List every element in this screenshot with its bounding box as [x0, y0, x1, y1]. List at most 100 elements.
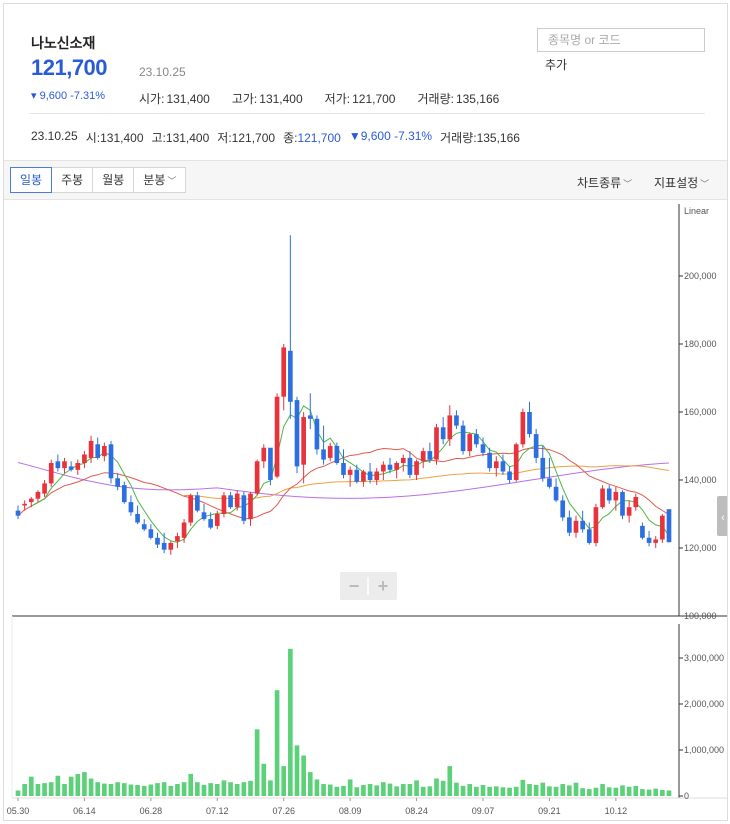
volume-bar [633, 785, 639, 796]
volume-bar [434, 778, 439, 796]
tab-weekly[interactable]: 주봉 [51, 167, 94, 193]
volume-bar [613, 787, 619, 796]
volume-bar [22, 784, 27, 796]
chevron-left-icon: ‹ [721, 512, 725, 524]
side-panel-toggle[interactable]: ‹ [717, 496, 727, 536]
candle-body [175, 536, 180, 542]
volume-bar [527, 784, 532, 796]
volume-bar [334, 786, 340, 796]
candle-body [288, 350, 293, 402]
add-button[interactable]: 추가 [545, 56, 567, 73]
tab-monthly[interactable]: 월봉 [92, 167, 135, 193]
candle-body [75, 463, 81, 470]
volume-bar [135, 784, 140, 796]
volume-bar [108, 784, 114, 796]
volume-bar [234, 784, 240, 796]
volume-bar [487, 786, 492, 796]
stock-search-input[interactable] [537, 28, 705, 52]
volume-bar [646, 789, 652, 796]
volume-bar [102, 783, 107, 796]
indicator-settings-dropdown[interactable]: 지표설정 ﹀ [654, 174, 709, 191]
price-tick-label: 120,000 [684, 543, 717, 553]
zoom-in-button[interactable]: + [378, 576, 389, 596]
candle-body [367, 471, 373, 480]
candle-body [533, 434, 539, 458]
volume-bar [248, 780, 253, 796]
candle-body [454, 415, 459, 426]
volume-bar [507, 787, 512, 796]
candle-body [493, 461, 499, 469]
chart-widget: 나노신소재 121,700 23.10.25 ▾ 9,600 -7.31% 시가… [3, 3, 728, 821]
volume-bar [288, 648, 293, 796]
volume-bar [586, 789, 592, 796]
candle-body [188, 495, 194, 523]
volume-bar [228, 782, 233, 796]
zoom-out-button[interactable]: − [349, 576, 360, 596]
volume-bar [361, 784, 366, 796]
volume-bar [520, 779, 526, 796]
candle-body [580, 520, 585, 530]
volume-bar [606, 787, 612, 796]
volume-bar [75, 773, 81, 796]
x-tick-label: 10.12 [605, 806, 628, 816]
volume-bar [553, 786, 559, 796]
volume-bar [567, 785, 572, 796]
candle-body [301, 417, 306, 465]
tab-daily[interactable]: 일봉 [10, 167, 53, 193]
candle-body [613, 491, 619, 501]
candle-body [281, 347, 287, 397]
volume-bar [460, 785, 466, 796]
candle-body [268, 447, 273, 480]
tab-minute[interactable]: 분봉 ﹀ [133, 167, 187, 193]
candle-body [620, 491, 625, 516]
volume-bar [540, 782, 546, 796]
candle-body [334, 446, 340, 463]
candle-body [141, 524, 147, 530]
candle-body [507, 471, 512, 480]
candle-body [394, 463, 399, 470]
volume-bar [547, 786, 552, 796]
candle-body [487, 452, 492, 469]
candle-body [321, 449, 326, 460]
candle-body [440, 427, 446, 440]
volume-bar [55, 775, 61, 796]
candle-body [307, 415, 313, 419]
candle-body [128, 502, 134, 513]
candle-body [420, 451, 426, 462]
candle-body [500, 461, 506, 472]
volume-bar [188, 773, 194, 796]
x-tick-label: 06.28 [140, 806, 163, 816]
price-chart[interactable]: Linear 200,000 180,000 160,000 140,000 120,00… [4, 200, 727, 822]
chevron-down-icon: ﹀ [623, 179, 633, 189]
volume-bar [653, 788, 659, 796]
volume-bar [261, 763, 267, 796]
candle-body [547, 478, 552, 487]
volume-bar [214, 784, 220, 796]
price-tick-label: 160,000 [684, 407, 717, 417]
volume-bar [427, 786, 433, 796]
candle-body [294, 400, 300, 467]
open-stat: 시가: 131,400 [139, 92, 210, 106]
candle-body [593, 507, 599, 543]
volume-tick-label: 3,000,000 [684, 653, 724, 663]
candle-body [586, 529, 592, 543]
volume-bar [274, 690, 280, 796]
chevron-down-icon: ﹀ [167, 176, 177, 186]
volume-bar [95, 782, 101, 796]
stock-name: 나노신소재 [31, 35, 96, 51]
volume-bar [301, 755, 306, 796]
candle-body [195, 495, 200, 511]
candle-body [15, 510, 21, 516]
volume-bar [414, 780, 419, 796]
volume-bar [82, 772, 87, 796]
volume-bar [115, 782, 120, 796]
candle-body [42, 483, 47, 494]
candle-body [653, 539, 659, 543]
x-tick-label: 08.24 [405, 806, 428, 816]
candle-body [407, 457, 413, 475]
current-price: 121,700 [31, 55, 108, 80]
volume-bar [533, 784, 539, 796]
chart-type-dropdown[interactable]: 차트종류 ﹀ [577, 174, 632, 191]
candle-body [480, 444, 486, 453]
candle-body [513, 444, 519, 480]
